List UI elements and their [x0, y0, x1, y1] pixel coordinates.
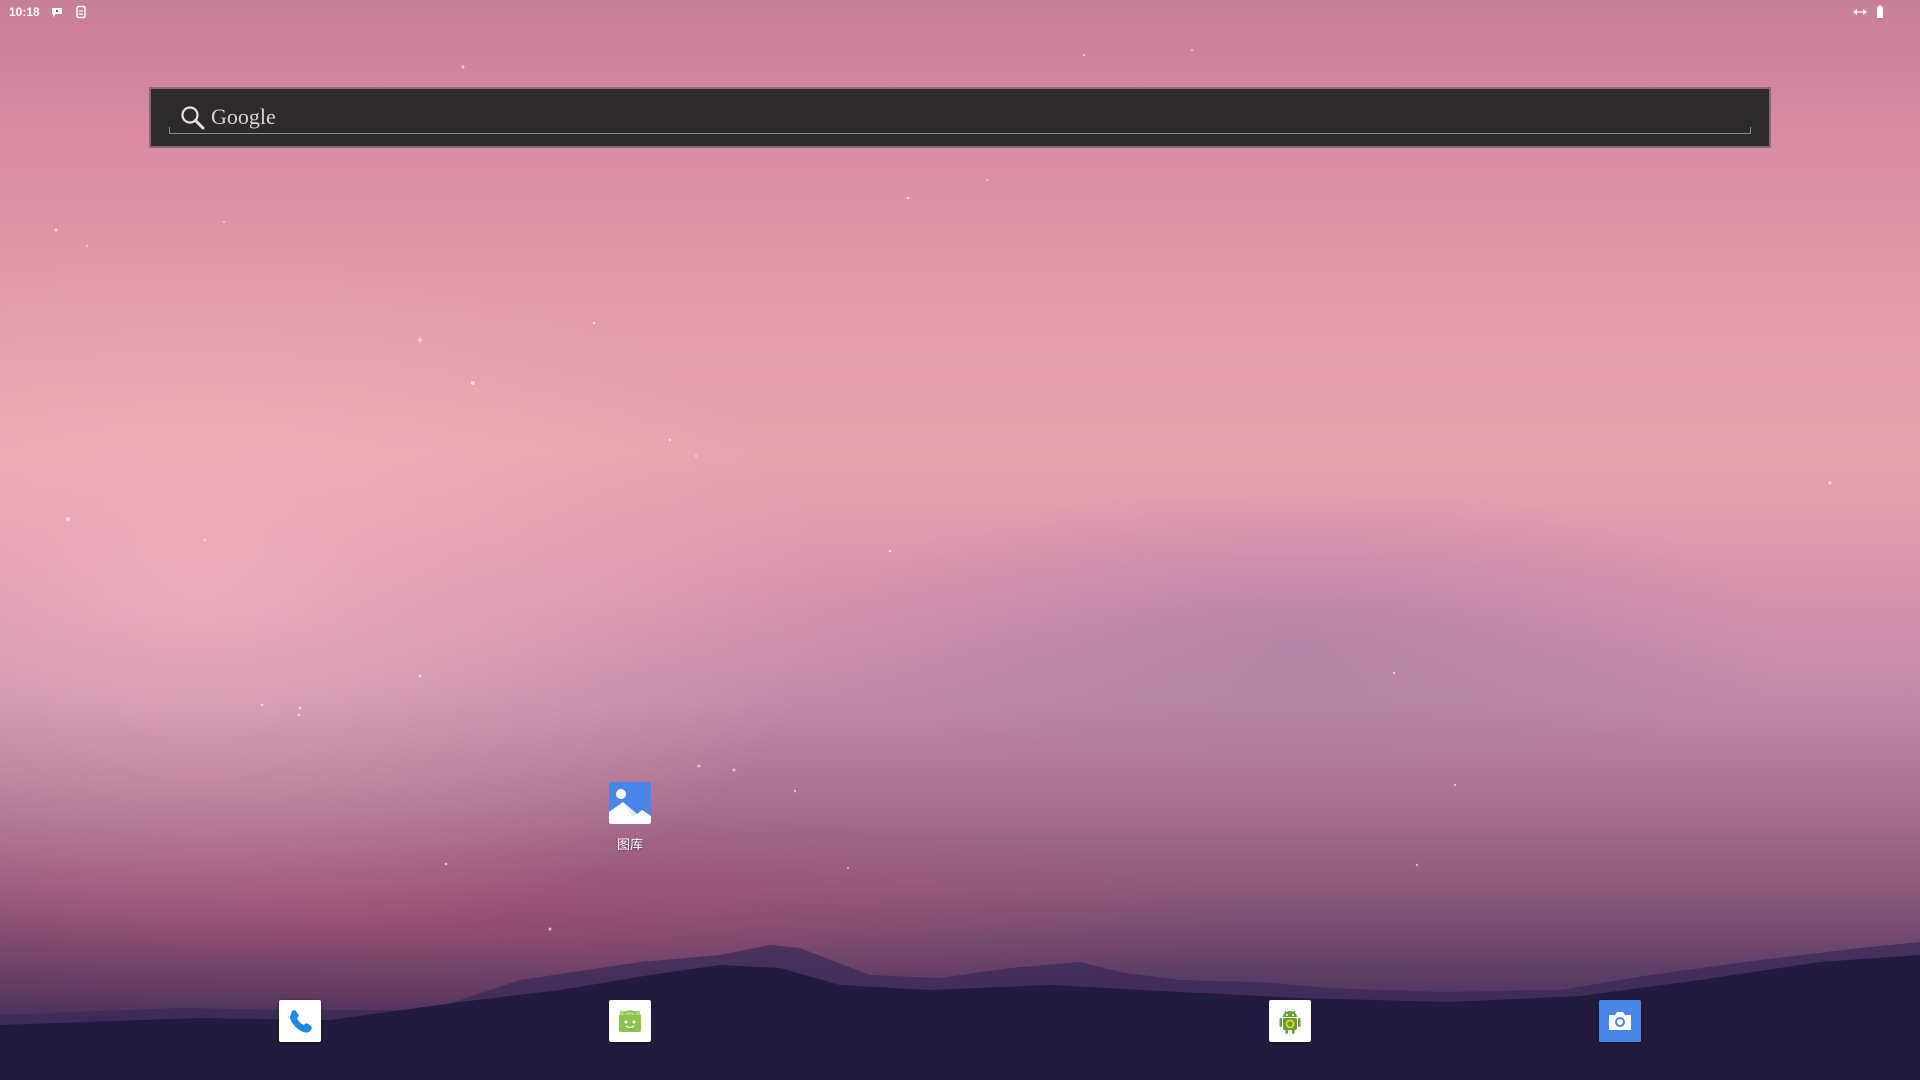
app-gallery-label: 图库 — [616, 838, 643, 853]
status-bar: 10:18 — [0, 0, 1920, 24]
search-underline — [169, 127, 1751, 134]
dock-camera-app[interactable] — [1599, 1000, 1641, 1042]
status-left: 10:18 — [0, 5, 88, 19]
wallpaper-stars — [54, 49, 1832, 931]
android-icon — [1269, 1010, 1311, 1042]
app-gallery[interactable]: 图库 — [589, 782, 671, 853]
gallery-icon — [609, 782, 651, 824]
sim-card-icon — [74, 5, 88, 19]
google-search-bar[interactable]: Google — [149, 87, 1771, 148]
camera-icon — [1599, 1000, 1641, 1042]
status-time: 10:18 — [9, 5, 40, 19]
app-store-icon — [609, 1010, 651, 1042]
status-right — [1852, 5, 1920, 19]
dock-phone-app[interactable] — [279, 1000, 321, 1042]
phone-icon — [279, 1010, 321, 1042]
dock-android-app[interactable] — [1269, 1000, 1311, 1042]
mountain-silhouette — [0, 942, 1920, 1080]
battery-icon — [1876, 5, 1890, 19]
dock-app-store[interactable] — [609, 1000, 651, 1042]
notification-bubble-icon — [50, 5, 64, 19]
wallpaper-glow — [0, 0, 1920, 1080]
data-transfer-icon — [1852, 5, 1867, 19]
